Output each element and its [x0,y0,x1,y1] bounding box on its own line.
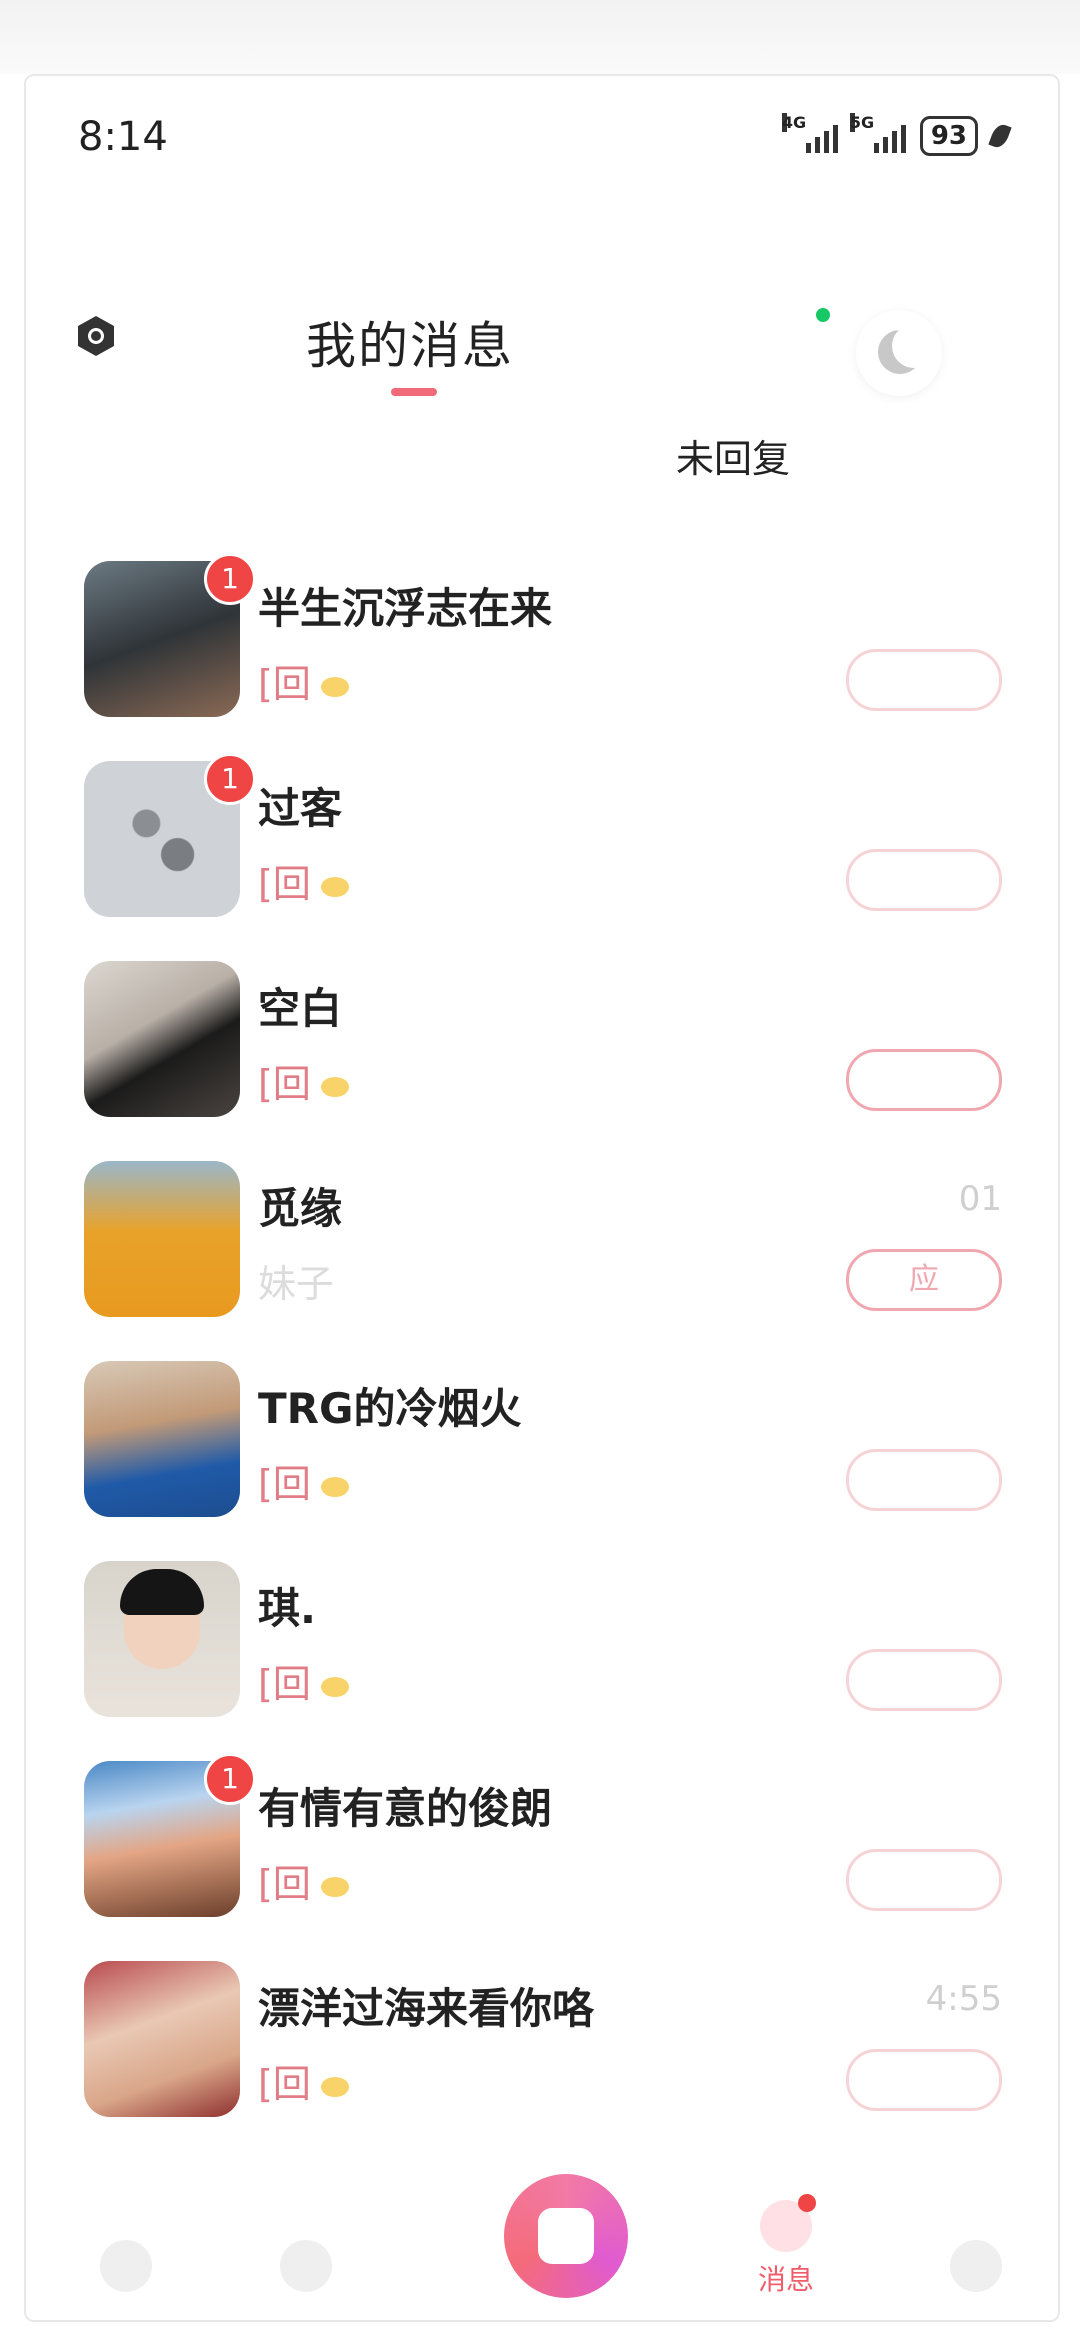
reply-button[interactable] [846,1449,1002,1511]
message-preview: [回 [258,1053,359,1108]
reply-button[interactable]: 应 [846,1249,1002,1311]
status-time: 8:14 [78,114,168,160]
list-item[interactable]: 漂洋过海来看你咯 [回 4:55 [26,1931,1058,2131]
list-item[interactable]: 空白 [回 [26,931,1058,1131]
list-item[interactable]: 琪. [回 [26,1531,1058,1731]
leaf-icon [988,121,1012,151]
battery-indicator: 93 [919,116,978,156]
header: 我的消息 [26,296,1058,406]
filter-unreplied[interactable]: 未回复 [676,428,790,483]
preview-prefix: [回 [258,662,311,706]
signal-5g-icon: 5G [849,113,906,153]
message-time: 01 [958,1179,1002,1219]
preview-text: 妹子 [258,1262,335,1306]
contact-name: 漂洋过海来看你咯 [258,1984,595,2033]
unread-badge: 1 [204,1753,256,1805]
message-preview: 妹子 [258,1253,334,1308]
message-preview: [回 [258,1853,359,1908]
contact-name: TRG的冷烟火 [258,1384,522,1433]
avatar[interactable] [84,1161,240,1317]
blurred-top-area [0,0,1080,74]
center-action-button[interactable] [504,2174,628,2298]
bottom-nav: 消息 [26,2170,1058,2320]
list-item[interactable]: 1 过客 [回 [26,731,1058,931]
contact-name: 空白 [258,984,343,1033]
avatar[interactable] [84,1361,240,1517]
message-preview: [回 [258,2053,359,2108]
filter-tabs: 未回复 [26,416,1058,496]
coin-icon [320,1676,349,1697]
preview-prefix: [回 [258,1062,311,1106]
unread-badge: 1 [204,553,256,605]
tab-my-messages[interactable]: 我的消息 [306,306,514,378]
network-5g-label: 5G [849,113,875,132]
message-icon [760,2194,816,2252]
signal-4g-icon: 4G [781,113,838,153]
contact-name: 琪. [258,1584,316,1633]
reply-button[interactable] [846,1049,1002,1111]
list-item[interactable]: 觅缘 妹子 01 应 [26,1131,1058,1331]
list-item[interactable]: 1 半生沉浮志在来 [回 [26,531,1058,731]
aperture-icon [280,2240,332,2292]
reply-button[interactable] [846,849,1002,911]
preview-prefix: [回 [258,1862,311,1906]
network-4g-label: 4G [781,113,807,132]
nav-messages[interactable]: 消息 [726,2194,846,2298]
preview-prefix: [回 [258,862,311,906]
nav-messages-label: 消息 [757,2263,814,2296]
coin-icon [320,1476,349,1497]
unread-badge: 1 [204,753,256,805]
message-preview: [回 [258,853,359,908]
preview-prefix: [回 [258,1462,311,1506]
coin-icon [320,2076,349,2097]
coin-icon [320,876,349,897]
avatar[interactable] [84,1961,240,2117]
nav-profile[interactable] [916,2240,1036,2298]
reply-button[interactable] [846,649,1002,711]
message-preview: [回 [258,653,359,708]
coin-icon [320,676,349,697]
contact-name: 觅缘 [258,1184,343,1233]
list-item[interactable]: TRG的冷烟火 [回 [26,1331,1058,1531]
message-time: 4:55 [925,1979,1002,2019]
contact-name: 半生沉浮志在来 [258,584,553,633]
contact-name: 过客 [258,784,343,833]
preview-prefix: [回 [258,2062,311,2106]
reply-button[interactable] [846,1849,1002,1911]
night-mode-button[interactable] [856,310,942,396]
camera-icon [78,316,114,356]
camera-button[interactable] [76,316,126,366]
coin-icon [320,1876,349,1897]
home-icon [100,2240,152,2292]
reply-button[interactable] [846,2049,1002,2111]
avatar[interactable] [84,1561,240,1717]
coin-icon [320,1076,349,1097]
reply-button[interactable] [846,1649,1002,1711]
phone-screen: 8:14 4G 5G 93 我的消息 未回复 1 半生沉浮志在来 [回 1 过客… [24,74,1060,2322]
message-preview: [回 [258,1653,359,1708]
online-dot [816,308,830,322]
moon-icon [878,324,936,374]
avatar[interactable] [84,961,240,1117]
status-indicators: 4G 5G 93 [781,113,1012,156]
active-tab-indicator [391,388,437,396]
nav-home[interactable] [66,2240,186,2298]
nav-square[interactable] [246,2240,366,2298]
status-bar: 8:14 4G 5G 93 [78,106,1012,176]
contact-name: 有情有意的俊朗 [258,1784,553,1833]
profile-icon [950,2240,1002,2292]
preview-prefix: [回 [258,1662,311,1706]
list-item[interactable]: 1 有情有意的俊朗 [回 [26,1731,1058,1931]
message-preview: [回 [258,1453,359,1508]
